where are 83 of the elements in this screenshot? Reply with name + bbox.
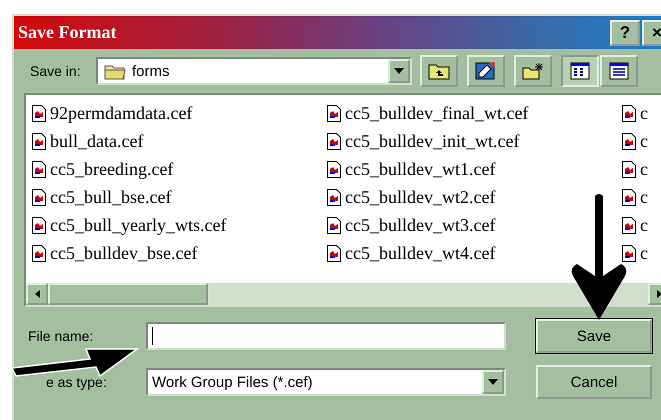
list-view-icon — [570, 62, 590, 80]
file-item[interactable]: c — [622, 155, 661, 183]
file-name: cc5_bulldev_wt2.cef — [345, 186, 496, 208]
file-icon — [327, 160, 341, 178]
file-type-dropdown[interactable]: Work Group Files (*.cef) — [146, 368, 506, 396]
file-name: cc5_bulldev_init_wt.cef — [345, 130, 520, 152]
list-view-button[interactable] — [561, 55, 599, 87]
file-item[interactable]: c — [622, 99, 661, 127]
arrow-icon — [10, 348, 140, 378]
left-arrow-icon — [34, 290, 40, 298]
file-name: cc5_bulldev_wt4.cef — [345, 242, 496, 264]
cancel-button[interactable]: Cancel — [536, 365, 652, 399]
file-item[interactable]: 92permdamdata.cef — [32, 99, 327, 127]
arrow-icon — [569, 192, 629, 322]
properties-button[interactable] — [467, 55, 505, 87]
details-view-icon — [609, 62, 629, 80]
close-button[interactable]: × — [642, 20, 661, 46]
file-icon — [327, 188, 341, 206]
file-item[interactable]: cc5_bull_yearly_wts.cef — [32, 211, 327, 239]
scroll-thumb[interactable] — [48, 283, 208, 305]
file-item[interactable]: cc5_bull_bse.cef — [32, 183, 327, 211]
details-view-button[interactable] — [600, 55, 638, 87]
file-name-label: File name: — [27, 328, 94, 344]
file-name: c — [640, 102, 648, 124]
file-icon — [327, 132, 341, 150]
file-icon — [622, 132, 636, 150]
file-item[interactable]: cc5_bulldev_wt3.cef — [327, 211, 622, 239]
file-name: bull_data.cef — [50, 130, 144, 152]
file-item[interactable]: bull_data.cef — [32, 127, 327, 155]
file-item[interactable]: cc5_breeding.cef — [32, 155, 327, 183]
file-name: 92permdamdata.cef — [50, 102, 192, 124]
file-icon — [32, 244, 46, 262]
file-name: cc5_bulldev_bse.cef — [50, 242, 198, 264]
file-item[interactable]: c — [622, 183, 661, 211]
file-item[interactable]: c — [622, 211, 661, 239]
file-icon — [327, 216, 341, 234]
file-icon — [32, 160, 46, 178]
file-name: c — [640, 242, 648, 264]
help-button[interactable]: ? — [610, 20, 640, 46]
file-name: c — [640, 186, 648, 208]
file-icon — [622, 160, 636, 178]
file-icon — [327, 104, 341, 122]
window-title: Save Format — [18, 22, 116, 43]
file-name: cc5_bulldev_wt1.cef — [345, 158, 496, 180]
file-icon — [32, 104, 46, 122]
file-name-field[interactable] — [146, 322, 506, 350]
file-name: cc5_bulldev_final_wt.cef — [345, 102, 528, 124]
file-item[interactable]: cc5_bulldev_wt4.cef — [327, 239, 622, 267]
file-name: c — [640, 214, 648, 236]
file-item[interactable]: c — [622, 127, 661, 155]
file-icon — [622, 104, 636, 122]
file-name: cc5_bull_yearly_wts.cef — [50, 214, 226, 236]
file-item[interactable]: cc5_bulldev_bse.cef — [32, 239, 327, 267]
file-name: c — [640, 158, 648, 180]
file-name: cc5_breeding.cef — [50, 158, 174, 180]
save-as-type-label: e as type: — [45, 374, 108, 390]
new-folder-icon — [522, 62, 544, 80]
save-in-dropdown[interactable]: forms — [96, 57, 412, 85]
horizontal-scrollbar[interactable] — [26, 283, 661, 305]
file-icon — [32, 188, 46, 206]
pencil-icon — [475, 61, 497, 81]
file-icon — [622, 188, 636, 206]
file-item[interactable]: cc5_bulldev_init_wt.cef — [327, 127, 622, 155]
file-name: cc5_bulldev_wt3.cef — [345, 214, 496, 236]
new-folder-button[interactable] — [514, 55, 552, 87]
up-folder-button[interactable] — [420, 55, 458, 87]
file-icon — [32, 216, 46, 234]
file-icon — [622, 244, 636, 262]
file-item[interactable]: cc5_bulldev_wt2.cef — [327, 183, 622, 211]
file-icon — [622, 216, 636, 234]
file-item[interactable]: cc5_bulldev_wt1.cef — [327, 155, 622, 183]
file-name: c — [640, 130, 648, 152]
save-button[interactable]: Save — [536, 319, 652, 353]
save-in-label: Save in: — [30, 63, 82, 79]
file-item[interactable]: cc5_bulldev_final_wt.cef — [327, 99, 622, 127]
right-arrow-icon — [656, 290, 661, 298]
scroll-left-button[interactable] — [26, 283, 48, 305]
folder-up-icon — [428, 62, 450, 80]
file-name: cc5_bull_bse.cef — [50, 186, 172, 208]
file-icon — [32, 132, 46, 150]
file-item[interactable]: c — [622, 239, 661, 267]
text-cursor — [152, 327, 153, 345]
file-icon — [327, 244, 341, 262]
